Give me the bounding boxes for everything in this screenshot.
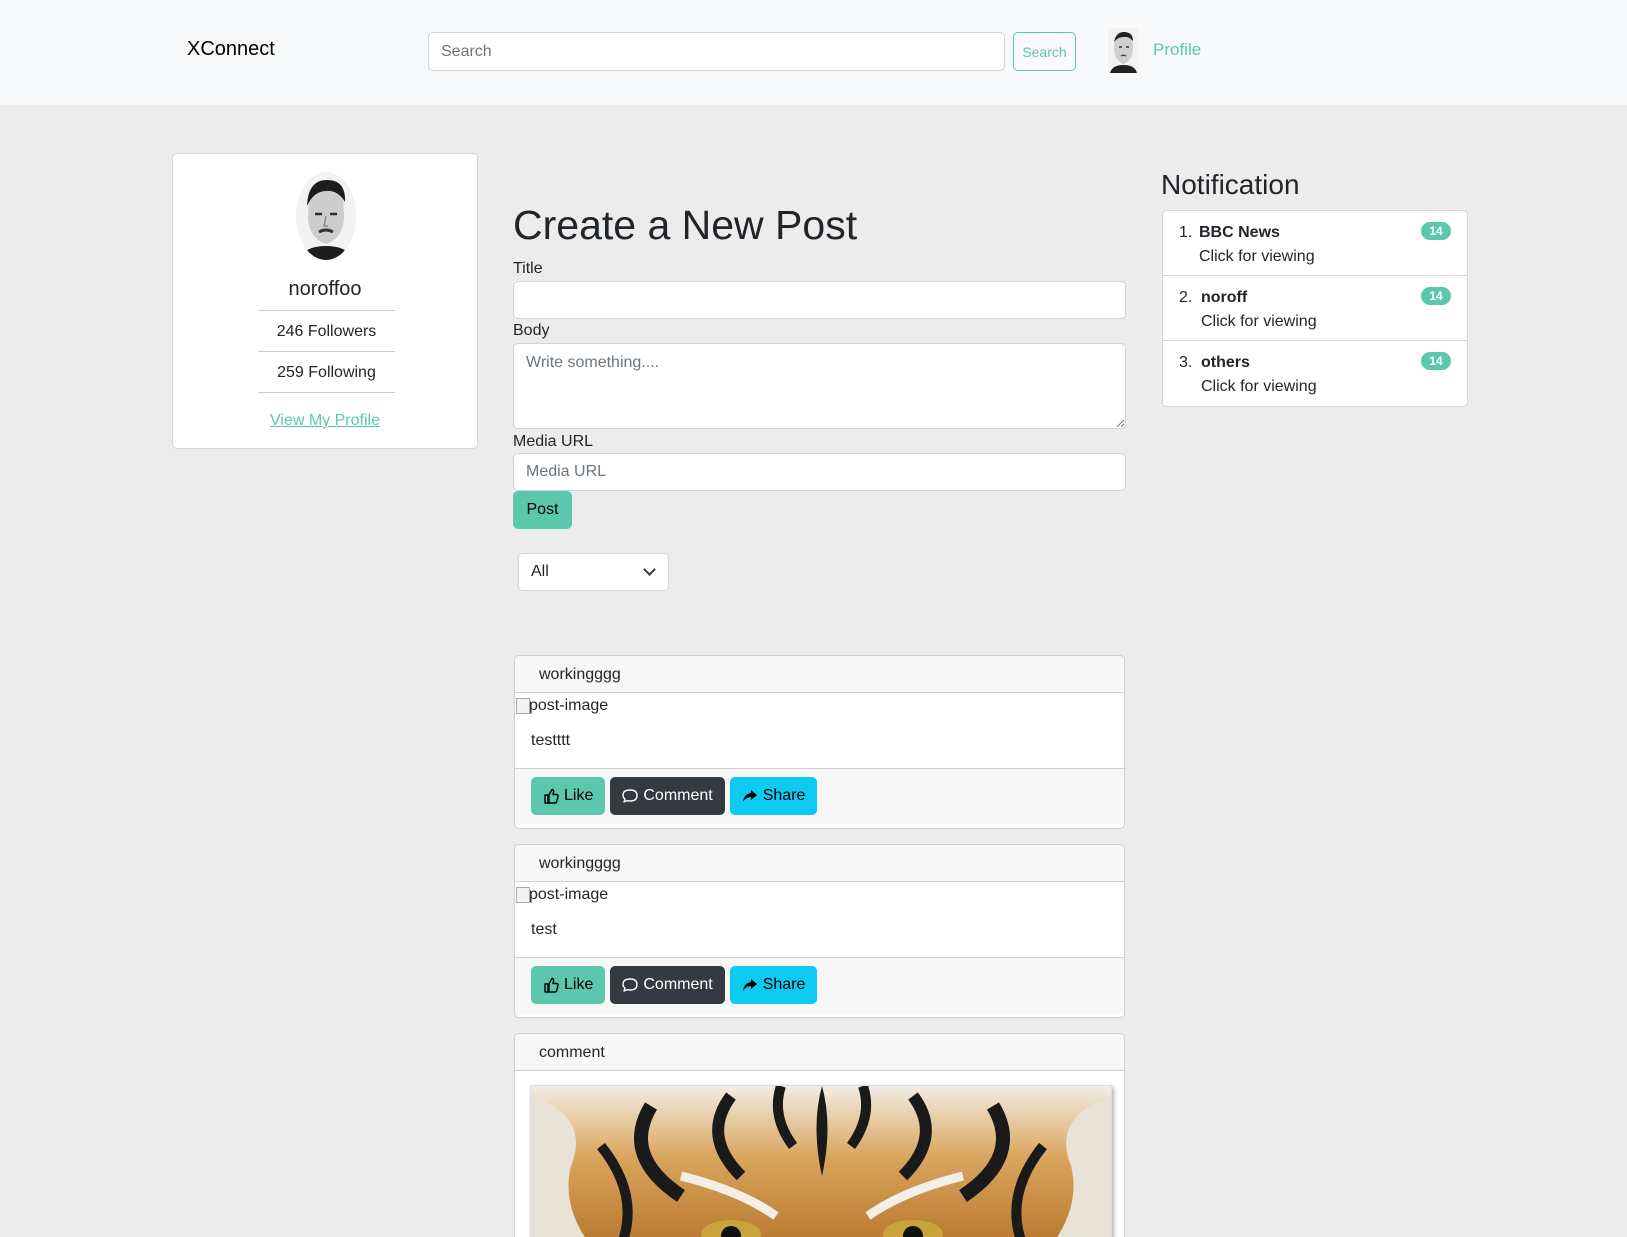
post-author: comment: [515, 1034, 1124, 1071]
body-label: Body: [513, 322, 550, 339]
notification-badge: 14: [1421, 222, 1451, 240]
notification-badge: 14: [1421, 287, 1451, 305]
notification-item[interactable]: 1. BBC News Click for viewing 14: [1163, 211, 1467, 276]
post-image-broken: post-image: [515, 882, 1124, 908]
title-input[interactable]: [513, 281, 1126, 319]
post-card: workingggg post-image testttt Like Comme…: [514, 655, 1125, 829]
comment-button[interactable]: Comment: [610, 966, 725, 1004]
comment-label: Comment: [643, 976, 713, 993]
post-actions: Like Comment Share: [515, 768, 1124, 824]
profile-username: noroffoo: [288, 278, 362, 300]
notification-number: 1.: [1179, 224, 1193, 241]
thumbs-up-icon: [544, 788, 559, 804]
share-label: Share: [762, 787, 806, 804]
notification-list: 1. BBC News Click for viewing 14 2. noro…: [1162, 210, 1468, 407]
post-filter-select[interactable]: All: [518, 553, 669, 591]
post-image-alt-text: post-image: [529, 886, 609, 903]
profile-card: noroffoo 246 Followers 259 Following Vie…: [172, 153, 478, 449]
broken-image-icon: [516, 887, 530, 903]
following-count[interactable]: 259 Following: [258, 352, 395, 393]
avatar[interactable]: [1108, 28, 1139, 73]
notification-subtitle: Click for viewing: [1199, 248, 1315, 265]
notification-number: 3.: [1179, 354, 1193, 371]
navbar: XConnect Search Profile: [0, 0, 1627, 105]
post-body: testttt: [531, 732, 571, 749]
post-image-alt-text: post-image: [529, 697, 609, 714]
title-label: Title: [513, 260, 543, 277]
post-button[interactable]: Post: [513, 491, 572, 529]
notification-heading: Notification: [1161, 169, 1300, 200]
followers-count[interactable]: 246 Followers: [258, 311, 395, 352]
notification-subtitle: Click for viewing: [1201, 378, 1317, 395]
comment-icon: [622, 789, 639, 803]
profile-link[interactable]: Profile: [1153, 40, 1201, 60]
filter-selected-value: All: [531, 563, 549, 580]
notification-subtitle: Click for viewing: [1201, 313, 1317, 330]
comment-button[interactable]: Comment: [610, 777, 725, 815]
post-author: workingggg: [515, 845, 1124, 882]
notification-item[interactable]: 2. noroff Click for viewing 14: [1163, 276, 1467, 341]
search-input[interactable]: [428, 32, 1005, 71]
notification-title: others: [1201, 354, 1250, 371]
profile-avatar: [296, 172, 356, 260]
profile-stats: 246 Followers 259 Following: [258, 310, 395, 393]
brand-logo[interactable]: XConnect: [187, 38, 275, 61]
notification-title: noroff: [1201, 289, 1248, 306]
like-button[interactable]: Like: [531, 777, 606, 815]
like-label: Like: [564, 787, 594, 804]
share-arrow-icon: [742, 790, 757, 802]
media-url-label: Media URL: [513, 433, 594, 450]
share-arrow-icon: [742, 979, 757, 991]
post-card: workingggg post-image test Like Comment …: [514, 844, 1125, 1018]
post-actions: Like Comment Share: [515, 957, 1124, 1013]
body-textarea[interactable]: [513, 343, 1126, 429]
notification-item[interactable]: 3. others Click for viewing 14: [1163, 341, 1467, 406]
post-body: test: [531, 921, 557, 938]
view-profile-link[interactable]: View My Profile: [173, 412, 477, 430]
share-button[interactable]: Share: [729, 966, 818, 1004]
notification-number: 2.: [1179, 289, 1193, 306]
notification-badge: 14: [1421, 352, 1451, 370]
media-url-input[interactable]: [513, 453, 1126, 491]
like-label: Like: [564, 976, 594, 993]
like-button[interactable]: Like: [531, 966, 606, 1004]
share-label: Share: [762, 976, 806, 993]
thumbs-up-icon: [544, 977, 559, 993]
post-image-broken: post-image: [515, 693, 1124, 719]
post-author: workingggg: [515, 656, 1124, 693]
chevron-down-icon: [643, 563, 656, 576]
comment-icon: [622, 978, 639, 992]
broken-image-icon: [516, 698, 530, 714]
post-image-tiger: [530, 1085, 1112, 1237]
share-button[interactable]: Share: [729, 777, 818, 815]
create-post-heading: Create a New Post: [513, 202, 858, 248]
post-card: comment: [514, 1033, 1125, 1237]
comment-label: Comment: [643, 787, 713, 804]
notification-title: BBC News: [1199, 224, 1280, 241]
search-button[interactable]: Search: [1013, 32, 1076, 71]
